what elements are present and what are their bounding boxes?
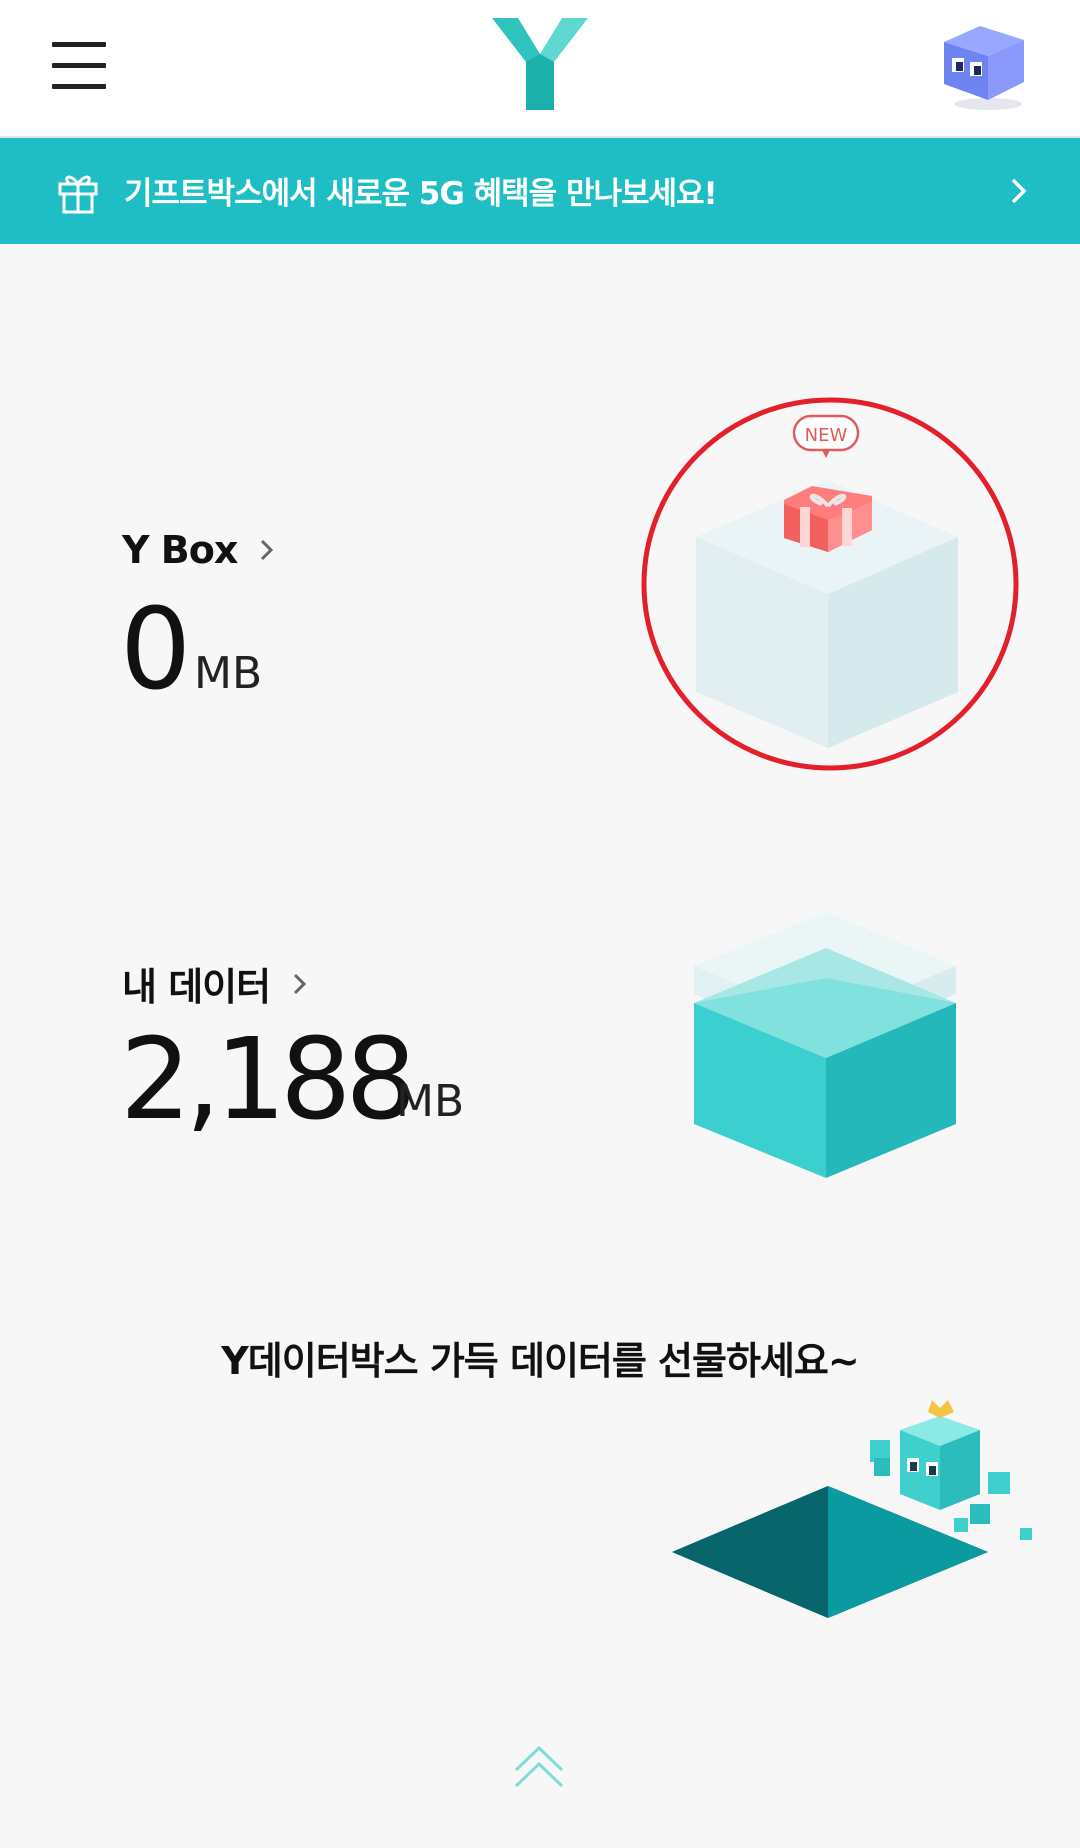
ybox-title: Y Box xyxy=(122,528,238,572)
gift-icon xyxy=(58,175,98,214)
new-badge-text: NEW xyxy=(805,425,848,446)
y-logo-icon[interactable] xyxy=(492,18,588,110)
banner-text: 기프트박스에서 새로운 5G 혜택을 만나보세요! xyxy=(124,176,718,212)
data-gift-illustration[interactable] xyxy=(670,1400,1040,1630)
app-header xyxy=(0,0,1080,138)
ybox-title-link[interactable]: Y Box xyxy=(122,528,275,572)
data-box-illustration xyxy=(694,912,956,1178)
my-data-value: 2,188 xyxy=(120,1015,417,1145)
my-data-title: 내 데이터 xyxy=(122,965,271,1009)
chevron-right-icon xyxy=(1011,178,1027,204)
gift-data-promo-text: Y데이터박스 가득 데이터를 선물하세요~ xyxy=(221,1339,859,1383)
chevron-right-icon xyxy=(294,973,307,994)
ybox-unit: MB xyxy=(194,648,263,699)
my-data-title-link[interactable]: 내 데이터 xyxy=(122,956,308,1011)
chevron-right-icon xyxy=(261,539,274,561)
double-chevron-up-icon[interactable] xyxy=(512,1744,566,1790)
hamburger-menu-icon[interactable] xyxy=(52,42,106,90)
my-data-unit: MB xyxy=(396,1076,465,1127)
ybox-value: 0 xyxy=(120,585,191,715)
gift-box-banner[interactable]: 기프트박스에서 새로운 5G 혜택을 만나보세요! xyxy=(0,138,1080,244)
new-badge: NEW xyxy=(792,414,860,458)
ybox-empty-box-illustration[interactable]: NEW xyxy=(636,392,1020,782)
cube-character-avatar-icon[interactable] xyxy=(940,20,1030,112)
